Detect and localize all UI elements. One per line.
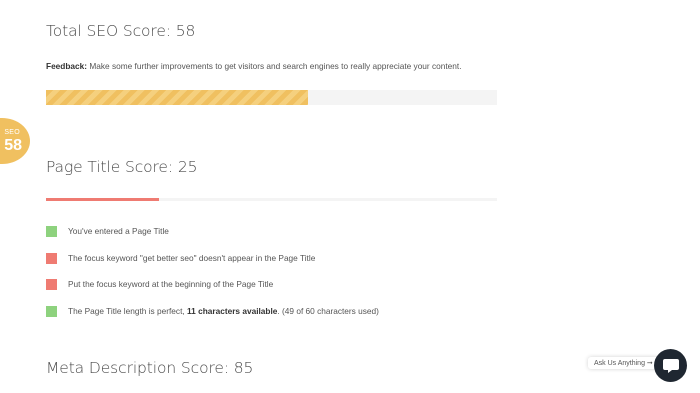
status-fail-icon (46, 279, 57, 291)
arrow-right-icon: ➞ (646, 360, 653, 367)
status-pass-icon (46, 305, 57, 317)
seo-score-badge[interactable]: SEO 58 (0, 118, 30, 164)
feedback-text: Feedback: Make some further improvements… (46, 61, 462, 71)
feedback-label: Feedback: (46, 61, 88, 71)
characters-available: 11 characters available (187, 305, 278, 316)
status-pass-icon (46, 226, 57, 237)
total-score-bar (46, 90, 497, 105)
page-title-score-bar (46, 198, 497, 201)
ask-label: Ask Us Anything (594, 360, 645, 367)
ask-us-anything-button[interactable]: Ask Us Anything ➞ (588, 357, 659, 369)
chat-button[interactable] (654, 349, 687, 382)
total-score-fill (46, 90, 308, 105)
seo-badge-value: 58 (4, 137, 22, 154)
chat-bubble-icon (663, 359, 679, 373)
check-text-before: The Page Title length is perfect, (68, 305, 187, 316)
feedback-message: Make some further improvements to get vi… (87, 61, 462, 71)
seo-report: Total SEO Score: 58 Feedback: Make some … (0, 0, 700, 393)
check-text: Put the focus keyword at the beginning o… (68, 279, 274, 290)
meta-description-score-heading: Meta Description Score: 85 (46, 359, 254, 377)
check-text: The focus keyword "get better seo" doesn… (68, 252, 316, 263)
total-score-heading: Total SEO Score: 58 (46, 22, 196, 40)
page-title-score-heading: Page Title Score: 25 (46, 158, 198, 176)
check-text: You've entered a Page Title (68, 226, 169, 236)
seo-badge-label: SEO (4, 129, 20, 136)
check-text: The Page Title length is perfect, 11 cha… (68, 306, 379, 316)
status-fail-icon (46, 252, 57, 264)
check-text-after: . (49 of 60 characters used) (277, 305, 379, 316)
page-title-score-fill (46, 198, 159, 201)
